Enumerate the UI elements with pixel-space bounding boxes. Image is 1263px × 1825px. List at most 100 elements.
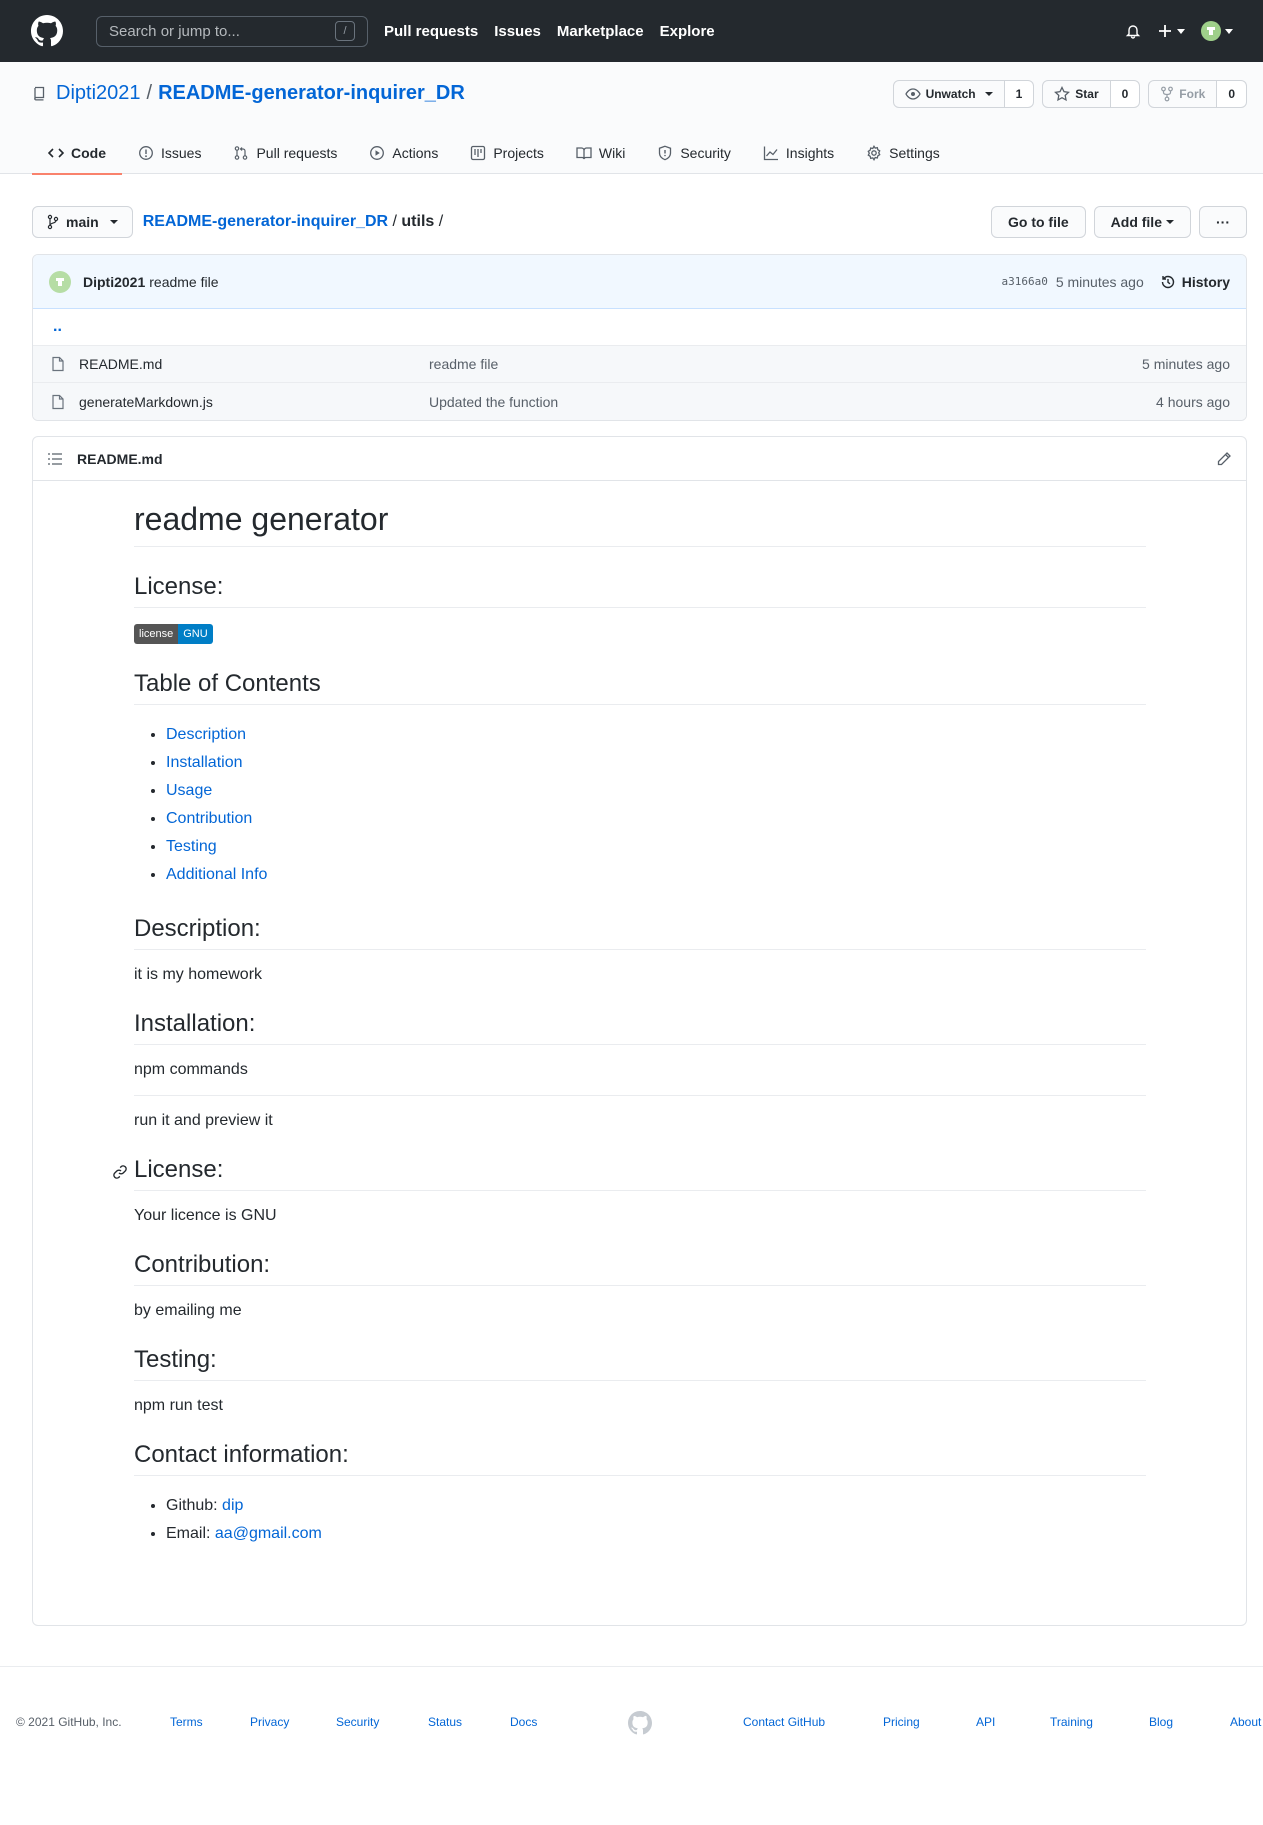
footer-link-security[interactable]: Security [336,1715,379,1729]
list-item: Installation [166,749,1146,777]
toc-link-additional-info[interactable]: Additional Info [166,866,267,883]
repo-title: Dipti2021 / README-generator-inquirer_DR [32,82,465,105]
history-link[interactable]: History [1160,274,1230,290]
toc-list: Description Installation Usage Contribut… [134,721,1146,889]
email-link[interactable]: aa@gmail.com [215,1525,322,1542]
commit-sha-link[interactable]: a3166a0 [1001,275,1047,288]
footer-link-pricing[interactable]: Pricing [883,1715,920,1729]
toc-link-usage[interactable]: Usage [166,782,212,799]
watchers-count[interactable]: 1 [1004,80,1035,108]
toc-link-description[interactable]: Description [166,726,246,743]
nav-marketplace[interactable]: Marketplace [557,23,644,40]
issue-icon [139,146,153,160]
license-heading: License: [134,573,1146,608]
footer-link-terms[interactable]: Terms [170,1715,203,1729]
parent-directory-link[interactable]: .. [33,309,1246,346]
pencil-icon[interactable] [1216,451,1232,467]
tab-wiki[interactable]: Wiki [560,132,641,174]
footer-link-blog[interactable]: Blog [1149,1715,1173,1729]
license-badge[interactable]: license GNU [134,624,213,644]
commit-author-link[interactable]: Dipti2021 [83,274,145,290]
unwatch-label: Unwatch [925,87,976,101]
nav-issues[interactable]: Issues [494,23,541,40]
pull-request-icon [235,146,248,160]
search-input[interactable]: Search or jump to... / [96,15,368,47]
tab-projects[interactable]: Projects [454,132,560,174]
list-item: Github: dip [166,1492,1146,1520]
nav-explore[interactable]: Explore [660,23,715,40]
github-mark-icon[interactable] [628,1711,652,1738]
file-name-link[interactable]: README.md [79,356,162,372]
branch-select-button[interactable]: main [32,206,133,238]
breadcrumb-repo-link[interactable]: README-generator-inquirer_DR [143,213,388,230]
fork-button[interactable]: Fork [1148,80,1218,108]
user-menu[interactable] [1201,21,1233,41]
footer-link-api[interactable]: API [976,1715,995,1729]
github-link[interactable]: dip [222,1497,243,1514]
star-label: Star [1075,87,1099,101]
contact-heading: Contact information: [134,1441,1146,1476]
forks-count[interactable]: 0 [1217,80,1247,108]
footer-link-about[interactable]: About [1230,1715,1261,1729]
footer-copyright: © 2021 GitHub, Inc. [16,1715,122,1729]
add-file-button[interactable]: Add file [1093,206,1191,238]
tab-code[interactable]: Code [32,132,122,175]
repo-icon [34,86,45,101]
avatar[interactable] [49,270,71,293]
book-icon [576,147,592,160]
file-name-cell: README.md [51,356,429,372]
footer-link-docs[interactable]: Docs [510,1715,537,1729]
tab-actions[interactable]: Actions [353,132,454,174]
testing-heading: Testing: [134,1346,1146,1381]
license-heading-text: License: [134,1156,224,1183]
tab-label: Actions [392,145,439,161]
testing-text: npm run test [134,1397,223,1414]
readme-title: readme generator [134,501,1146,547]
repo-name-link[interactable]: README-generator-inquirer_DR [158,82,465,105]
nav-pull-requests[interactable]: Pull requests [384,23,478,40]
readme-panel: README.md readme generator License: lice… [32,436,1247,1626]
footer-link-contact[interactable]: Contact GitHub [743,1715,825,1729]
go-to-file-button[interactable]: Go to file [990,206,1086,238]
more-options-button[interactable]: ··· [1199,206,1247,238]
github-logo-icon[interactable] [30,14,64,48]
file-commit-message-link[interactable]: readme file [429,356,498,372]
footer-link-status[interactable]: Status [428,1715,462,1729]
commit-message-link[interactable]: readme file [149,274,218,290]
stars-count[interactable]: 0 [1110,80,1141,108]
tab-label: Issues [161,145,202,161]
tab-insights[interactable]: Insights [747,132,850,174]
toc-link-testing[interactable]: Testing [166,838,217,855]
tab-label: Insights [785,145,835,161]
tab-settings[interactable]: Settings [850,132,956,174]
history-icon [1161,275,1174,288]
github-label: Github: [166,1497,218,1514]
unwatch-button[interactable]: Unwatch [892,80,1005,108]
repo-owner-link[interactable]: Dipti2021 [56,82,141,105]
repo-tabs: Code Issues Pull requests Actions Projec… [32,132,956,175]
footer-link-training[interactable]: Training [1050,1715,1093,1729]
list-item: Additional Info [166,861,1146,889]
file-commit-message-link[interactable]: Updated the function [429,394,558,410]
file-age: 4 hours ago [1156,393,1230,410]
tab-issues[interactable]: Issues [122,132,217,174]
contribution-heading: Contribution: [134,1251,1146,1286]
slash-shortcut-key: / [335,21,355,41]
tab-security[interactable]: Security [641,132,747,174]
file-age: 5 minutes ago [1142,356,1230,372]
create-new-menu[interactable] [1157,23,1185,39]
list-icon[interactable] [47,451,63,467]
link-icon[interactable] [112,1164,128,1180]
footer-link-privacy[interactable]: Privacy [250,1715,289,1729]
chevron-down-icon [1166,220,1174,224]
toc-link-contribution[interactable]: Contribution [166,810,252,827]
bell-icon[interactable] [1125,23,1141,39]
shield-icon [659,145,672,161]
file-name-link[interactable]: generateMarkdown.js [79,394,213,410]
breadcrumb-separator: / [392,213,397,230]
toc-link-installation[interactable]: Installation [166,754,243,771]
chevron-down-icon [109,220,118,224]
star-button[interactable]: Star [1042,80,1111,108]
tab-pull-requests[interactable]: Pull requests [217,132,353,174]
breadcrumb: README-generator-inquirer_DR / utils / [143,213,444,231]
